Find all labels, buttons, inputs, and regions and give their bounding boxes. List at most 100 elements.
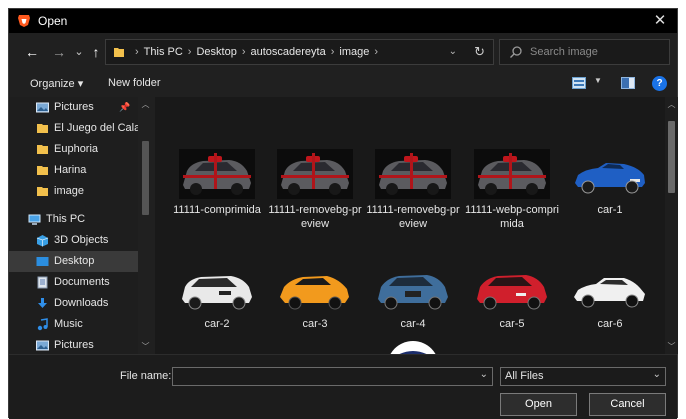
breadcrumb-separator[interactable]: › bbox=[188, 46, 192, 58]
sidebar-item-pictures[interactable]: Pictures bbox=[9, 335, 153, 354]
file-item[interactable]: car-3 bbox=[267, 263, 363, 354]
command-toolbar: Organize ▾ New folder ▼ ? bbox=[9, 71, 677, 97]
file-name: car-3 bbox=[302, 318, 328, 330]
thumbnail-orange-hatchback bbox=[277, 263, 353, 313]
navigation-pane-scrollbar[interactable]: ︿ ﹀ bbox=[138, 97, 153, 354]
sidebar-item-3d-objects[interactable]: 3D Objects bbox=[9, 230, 153, 251]
close-icon: ✕ bbox=[653, 12, 667, 29]
file-list: 11111-comprimida 11111-removebg-preview bbox=[155, 97, 665, 354]
refresh-icon[interactable]: ↻ bbox=[474, 40, 485, 64]
file-name: car-5 bbox=[499, 318, 525, 330]
folder-icon bbox=[37, 145, 48, 154]
this-pc-icon bbox=[28, 214, 41, 225]
new-folder-button[interactable]: New folder bbox=[108, 77, 161, 89]
scrollbar-thumb[interactable] bbox=[142, 141, 149, 215]
sidebar-item-label: This PC bbox=[46, 213, 86, 225]
thumbnail-grey-suv-with-red-bow bbox=[375, 149, 451, 199]
file-item[interactable]: car-1 bbox=[562, 149, 658, 245]
file-item[interactable]: 11111-removebg-preview bbox=[365, 149, 461, 245]
pin-icon: 📌 bbox=[119, 102, 131, 112]
file-name: 11111-comprimida bbox=[173, 204, 261, 216]
address-history-dropdown[interactable]: ⌄ bbox=[449, 40, 457, 64]
folder-icon bbox=[37, 166, 48, 175]
open-file-dialog: Open ✕ ← → ⌄ ↑ › This PC › Desktop › autoscad… bbox=[8, 8, 678, 419]
chevron-down-icon: ⌄ bbox=[74, 46, 84, 58]
breadcrumb-separator[interactable]: › bbox=[374, 46, 378, 58]
sidebar-item-downloads[interactable]: Downloads bbox=[9, 293, 153, 314]
sidebar-item-label: Harina bbox=[54, 164, 87, 176]
search-input[interactable] bbox=[530, 43, 660, 61]
preview-pane-icon[interactable] bbox=[621, 77, 635, 89]
breadcrumb-desktop[interactable]: Desktop bbox=[196, 46, 236, 58]
music-icon bbox=[37, 318, 48, 331]
file-name: 11111-webp-comprimida bbox=[465, 204, 559, 230]
thumbnail-grey-suv-with-red-bow bbox=[277, 149, 353, 199]
file-name: car-4 bbox=[400, 318, 426, 330]
sidebar-item-euphoria[interactable]: Euphoria bbox=[9, 139, 153, 160]
scroll-down-arrow-icon[interactable]: ﹀ bbox=[140, 341, 151, 352]
scroll-up-arrow-icon[interactable]: ︿ bbox=[666, 99, 677, 110]
file-name: car-6 bbox=[597, 318, 623, 330]
search-icon bbox=[510, 46, 522, 58]
file-item[interactable]: car-2 bbox=[169, 263, 265, 354]
organize-menu[interactable]: Organize ▾ bbox=[30, 77, 83, 90]
file-name: car-2 bbox=[204, 318, 230, 330]
cancel-button[interactable]: Cancel bbox=[589, 393, 666, 416]
folder-icon bbox=[37, 124, 48, 133]
sidebar-item-image[interactable]: image bbox=[9, 181, 153, 202]
sidebar-item-label: 3D Objects bbox=[54, 234, 109, 246]
file-list-scrollbar[interactable]: ︿ ﹀ bbox=[665, 97, 678, 354]
search-box[interactable] bbox=[499, 39, 670, 65]
file-name-input[interactable] bbox=[176, 369, 471, 384]
open-button[interactable]: Open bbox=[500, 393, 577, 416]
breadcrumb-image[interactable]: image bbox=[339, 46, 369, 58]
file-type-select[interactable]: All Files ⌄ bbox=[500, 367, 666, 386]
back-button[interactable]: ← bbox=[23, 43, 41, 61]
address-bar[interactable]: › This PC › Desktop › autoscadereyta › image › ⌄… bbox=[105, 39, 494, 65]
sidebar-item-label: Desktop bbox=[54, 255, 95, 267]
chevron-down-icon[interactable]: ⌄ bbox=[480, 369, 488, 380]
sidebar-item-el-juego-del-cala[interactable]: El Juego del Cala bbox=[9, 118, 153, 139]
file-item[interactable]: 11111-webp-comprimida bbox=[464, 149, 560, 245]
thumbnail-grey-suv-with-red-bow bbox=[474, 149, 550, 199]
breadcrumb-autoscadereyta[interactable]: autoscadereyta bbox=[251, 46, 326, 58]
sidebar-item-documents[interactable]: Documents bbox=[9, 272, 153, 293]
scroll-up-arrow-icon[interactable]: ︿ bbox=[140, 99, 151, 110]
file-name-combobox[interactable]: ⌄ bbox=[172, 367, 493, 386]
breadcrumb-separator: › bbox=[135, 46, 139, 58]
close-button[interactable]: ✕ bbox=[649, 11, 671, 31]
forward-button[interactable]: → bbox=[50, 43, 68, 61]
sidebar-item-label: Pictures bbox=[54, 101, 94, 113]
navigation-pane: Pictures 📌 El Juego del Cala Euphoria Ha… bbox=[9, 97, 153, 354]
up-button[interactable]: ↑ bbox=[87, 43, 105, 61]
navigation-bar: ← → ⌄ ↑ › This PC › Desktop › autoscadereyta ›… bbox=[9, 36, 677, 68]
thumbnail-grey-suv-with-red-bow bbox=[179, 149, 255, 199]
sidebar-item-label: El Juego del Cala bbox=[54, 122, 141, 134]
scrollbar-thumb[interactable] bbox=[668, 121, 675, 193]
documents-icon bbox=[37, 276, 48, 289]
file-item[interactable]: 11111-removebg-preview bbox=[267, 149, 363, 245]
recent-locations-button[interactable]: ⌄ bbox=[70, 43, 88, 61]
file-item[interactable]: car-6 bbox=[562, 263, 658, 354]
breadcrumb-separator[interactable]: › bbox=[331, 46, 335, 58]
change-view-icon[interactable] bbox=[572, 77, 586, 89]
breadcrumb-this-pc[interactable]: This PC bbox=[144, 46, 183, 58]
3d-objects-icon bbox=[36, 235, 49, 247]
sidebar-item-desktop[interactable]: Desktop bbox=[9, 251, 153, 272]
file-item[interactable] bbox=[365, 337, 461, 354]
sidebar-item-music[interactable]: Music bbox=[9, 314, 153, 335]
brave-lion-icon bbox=[18, 15, 30, 27]
file-item[interactable]: car-5 bbox=[464, 263, 560, 354]
sidebar-item-this-pc[interactable]: This PC bbox=[9, 209, 153, 230]
folder-icon bbox=[37, 187, 48, 196]
view-options-dropdown-icon[interactable]: ▼ bbox=[594, 76, 602, 85]
file-item[interactable]: 11111-comprimida bbox=[169, 149, 265, 245]
scroll-down-arrow-icon[interactable]: ﹀ bbox=[666, 341, 677, 352]
help-icon[interactable]: ? bbox=[652, 76, 667, 91]
title-bar: Open ✕ bbox=[9, 9, 677, 33]
breadcrumb-separator[interactable]: › bbox=[242, 46, 246, 58]
sidebar-item-pictures-quick[interactable]: Pictures 📌 bbox=[9, 97, 153, 118]
file-name-label: File name: bbox=[120, 370, 172, 382]
sidebar-item-harina[interactable]: Harina bbox=[9, 160, 153, 181]
thumbnail-blue-electric-suv bbox=[375, 263, 451, 313]
